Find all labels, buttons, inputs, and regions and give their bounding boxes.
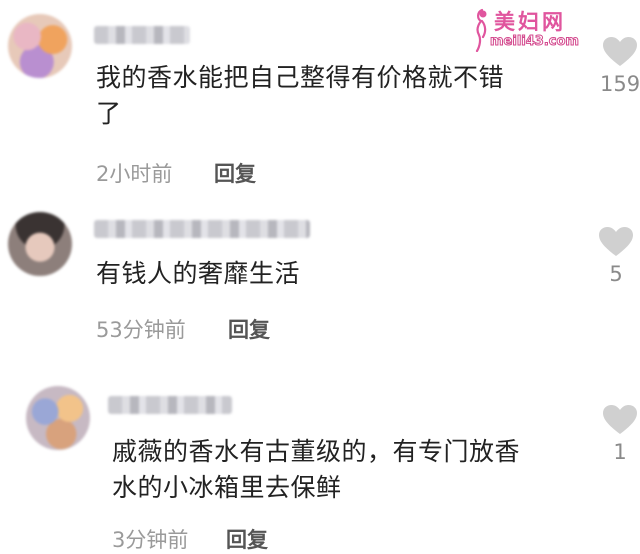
watermark-title: 美妇网 xyxy=(494,9,566,34)
username-blurred[interactable] xyxy=(94,220,310,238)
comment-time: 53分钟前 xyxy=(96,318,186,342)
like-count: 5 xyxy=(609,262,623,286)
avatar[interactable] xyxy=(8,212,72,276)
avatar[interactable] xyxy=(26,386,90,450)
comment-text: 我的香水能把自己整得有价格就不错 了 xyxy=(96,60,566,132)
like-button[interactable]: 1 xyxy=(600,404,640,464)
avatar[interactable] xyxy=(8,14,72,78)
comment-text: 戚薇的香水有古董级的，有专门放香 水的小冰箱里去保鲜 xyxy=(112,434,582,506)
heart-icon xyxy=(603,37,637,66)
comment-time: 2小时前 xyxy=(96,162,173,186)
watermark-url: meili43.com xyxy=(490,34,580,50)
comment-text-line: 有钱人的奢靡生活 xyxy=(96,259,301,288)
watermark: 美妇网 meili43.com xyxy=(470,6,590,52)
woman-silhouette-icon xyxy=(475,8,487,52)
like-button[interactable]: 159 xyxy=(600,36,640,96)
comment-time: 3分钟前 xyxy=(112,528,189,552)
reply-button[interactable]: 回复 xyxy=(214,158,256,188)
comment-text-line: 了 xyxy=(96,99,122,128)
comment-text-line: 水的小冰箱里去保鲜 xyxy=(112,473,342,502)
reply-button[interactable]: 回复 xyxy=(226,524,268,554)
heart-icon xyxy=(599,227,633,256)
username-blurred[interactable] xyxy=(94,26,190,44)
username-blurred[interactable] xyxy=(108,396,232,414)
comment-text-line: 戚薇的香水有古董级的，有专门放香 xyxy=(112,437,521,466)
reply-button[interactable]: 回复 xyxy=(228,314,270,344)
like-count: 1 xyxy=(613,440,627,464)
heart-icon xyxy=(603,405,637,434)
like-button[interactable]: 5 xyxy=(596,226,636,286)
like-count: 159 xyxy=(600,72,640,96)
comment-text: 有钱人的奢靡生活 xyxy=(96,256,566,292)
comment-text-line: 我的香水能把自己整得有价格就不错 xyxy=(96,63,505,92)
